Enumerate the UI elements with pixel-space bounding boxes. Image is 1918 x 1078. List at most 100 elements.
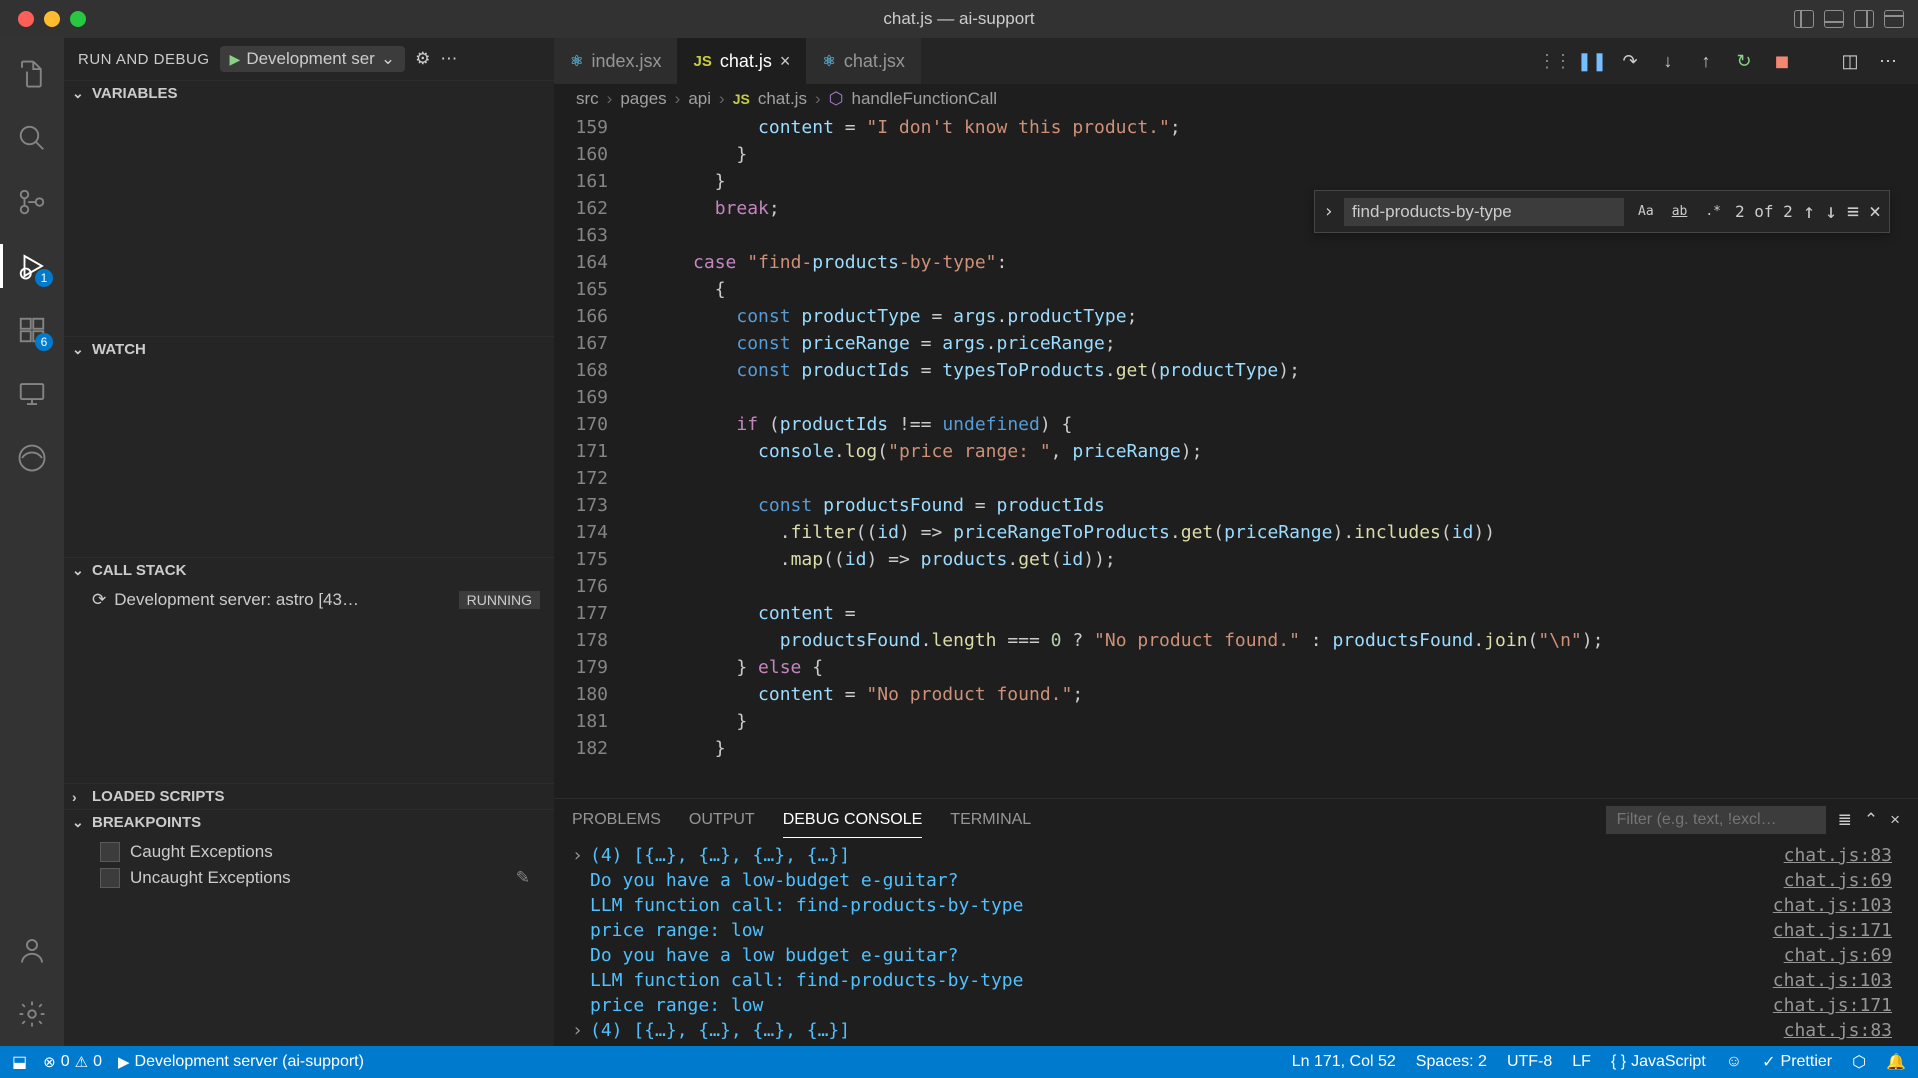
breadcrumb-item[interactable]: api	[688, 89, 711, 109]
console-filter-input[interactable]	[1606, 806, 1826, 834]
indentation-status[interactable]: Spaces: 2	[1416, 1053, 1487, 1071]
log-level-icon[interactable]: ≣	[1838, 810, 1852, 830]
expand-replace-icon[interactable]: ›	[1323, 198, 1334, 225]
breakpoints-header[interactable]: ⌄ BREAKPOINTS	[64, 810, 554, 835]
minimize-window-button[interactable]	[44, 11, 60, 27]
debug-console-output[interactable]: ›(4) [{…}, {…}, {…}, {…}]chat.js:83Do yo…	[554, 841, 1918, 1046]
breakpoint-caught[interactable]: Caught Exceptions	[64, 839, 554, 865]
tab-label: chat.js	[720, 51, 772, 72]
close-window-button[interactable]	[18, 11, 34, 27]
settings-activity[interactable]	[14, 996, 50, 1032]
toggle-secondary-sidebar-icon[interactable]	[1854, 10, 1874, 28]
step-into-button[interactable]: ↓	[1654, 47, 1682, 75]
split-editor-icon[interactable]: ◫	[1836, 47, 1864, 75]
match-word-icon[interactable]: ab	[1668, 196, 1692, 227]
breakpoint-uncaught[interactable]: Uncaught Exceptions ✎	[64, 865, 554, 891]
more-icon[interactable]: ⋯	[440, 49, 457, 69]
close-icon[interactable]: ×	[1869, 198, 1881, 225]
checkbox[interactable]	[100, 842, 120, 862]
debug-badge: 1	[35, 269, 53, 287]
prev-match-icon[interactable]: ↑	[1803, 198, 1815, 225]
stop-button[interactable]: ◼	[1768, 47, 1796, 75]
restart-button[interactable]: ↻	[1730, 47, 1758, 75]
breadcrumb-item[interactable]: chat.js	[758, 89, 807, 109]
tab-debug-console[interactable]: DEBUG CONSOLE	[783, 803, 923, 838]
step-over-button[interactable]: ↷	[1616, 47, 1644, 75]
tab-terminal[interactable]: TERMINAL	[950, 803, 1031, 837]
toggle-primary-sidebar-icon[interactable]	[1794, 10, 1814, 28]
code-editor[interactable]: › Aa ab .* 2 of 2 ↑ ↓ ≡ × 15916016116216…	[554, 114, 1918, 798]
tab-label: chat.jsx	[844, 51, 905, 72]
tab-chat-jsx[interactable]: ⚛ chat.jsx	[806, 38, 920, 84]
accounts-activity[interactable]	[14, 932, 50, 968]
variables-section-header[interactable]: ⌄ VARIABLES	[64, 81, 554, 106]
step-out-button[interactable]: ↑	[1692, 47, 1720, 75]
callstack-section-header[interactable]: ⌄ CALL STACK	[64, 558, 554, 583]
eslint-icon[interactable]: ⬡	[1852, 1052, 1866, 1072]
problems-status[interactable]: ⊗ 0 ⚠ 0	[43, 1053, 102, 1071]
find-input[interactable]	[1344, 198, 1624, 226]
regex-icon[interactable]: .*	[1701, 196, 1725, 227]
breadcrumb-item[interactable]: handleFunctionCall	[851, 89, 997, 109]
breadcrumbs[interactable]: src › pages › api › JS chat.js › ⬡ handl…	[554, 84, 1918, 114]
language-status[interactable]: { } JavaScript	[1611, 1053, 1706, 1071]
react-icon: ⚛	[822, 52, 835, 70]
config-name: Development ser	[246, 49, 375, 69]
statusbar: ⬓ ⊗ 0 ⚠ 0 ▶ Development server (ai-suppo…	[0, 1046, 1918, 1078]
toggle-panel-icon[interactable]	[1824, 10, 1844, 28]
tab-index[interactable]: ⚛ index.jsx	[554, 38, 677, 84]
js-icon: JS	[693, 53, 711, 70]
collapse-panel-icon[interactable]: ⌃	[1864, 810, 1878, 830]
launch-config-dropdown[interactable]: ▶ Development ser ⌄	[220, 46, 406, 72]
tab-chat-js[interactable]: JS chat.js ×	[677, 38, 806, 84]
loaded-scripts-header[interactable]: › LOADED SCRIPTS	[64, 784, 554, 809]
chevron-right-icon: ›	[675, 89, 681, 109]
close-icon[interactable]: ×	[780, 51, 791, 72]
search-activity[interactable]	[14, 120, 50, 156]
debug-status[interactable]: ▶ Development server (ai-support)	[118, 1053, 364, 1071]
match-case-icon[interactable]: Aa	[1634, 196, 1658, 227]
prettier-status[interactable]: ✓ Prettier	[1762, 1052, 1832, 1072]
js-icon: JS	[733, 91, 750, 107]
notifications-icon[interactable]: 🔔	[1886, 1052, 1906, 1072]
cursor-position[interactable]: Ln 171, Col 52	[1292, 1053, 1396, 1071]
edge-activity[interactable]	[14, 440, 50, 476]
maximize-window-button[interactable]	[70, 11, 86, 27]
remote-activity[interactable]	[14, 376, 50, 412]
checkbox[interactable]	[100, 868, 120, 888]
source-control-activity[interactable]	[14, 184, 50, 220]
minimap[interactable]	[1900, 114, 1918, 798]
callstack-item[interactable]: ⟳ Development server: astro [43… RUNNING	[64, 587, 554, 613]
customize-layout-icon[interactable]	[1884, 10, 1904, 28]
breadcrumb-item[interactable]: src	[576, 89, 599, 109]
debug-icon: ▶	[118, 1053, 130, 1071]
react-icon: ⚛	[570, 52, 583, 70]
watch-section-header[interactable]: ⌄ WATCH	[64, 337, 554, 362]
extensions-badge: 6	[35, 333, 53, 351]
find-in-selection-icon[interactable]: ≡	[1847, 198, 1859, 225]
more-actions-icon[interactable]: ⋯	[1874, 47, 1902, 75]
running-badge: RUNNING	[459, 591, 540, 609]
play-icon: ▶	[230, 51, 241, 68]
pencil-icon[interactable]: ✎	[516, 868, 530, 888]
encoding-status[interactable]: UTF-8	[1507, 1053, 1552, 1071]
explorer-activity[interactable]	[14, 56, 50, 92]
next-match-icon[interactable]: ↓	[1825, 198, 1837, 225]
pause-button[interactable]: ❚❚	[1578, 47, 1606, 75]
callstack-item-label: Development server: astro [43…	[114, 590, 359, 610]
grip-icon[interactable]: ⋮⋮	[1540, 47, 1568, 75]
run-debug-activity[interactable]: 1	[14, 248, 50, 284]
breadcrumb-item[interactable]: pages	[620, 89, 666, 109]
remote-indicator[interactable]: ⬓	[12, 1052, 27, 1072]
feedback-icon[interactable]: ☺	[1726, 1053, 1742, 1071]
watch-label: WATCH	[92, 341, 146, 358]
tab-output[interactable]: OUTPUT	[689, 803, 755, 837]
gear-icon[interactable]: ⚙	[415, 49, 430, 69]
extensions-activity[interactable]: 6	[14, 312, 50, 348]
eol-status[interactable]: LF	[1572, 1053, 1591, 1071]
tab-problems[interactable]: PROBLEMS	[572, 803, 661, 837]
close-panel-icon[interactable]: ×	[1890, 810, 1900, 830]
prettier-label: Prettier	[1781, 1053, 1833, 1071]
bp-label: Caught Exceptions	[130, 842, 273, 862]
error-count: 0	[61, 1053, 70, 1071]
